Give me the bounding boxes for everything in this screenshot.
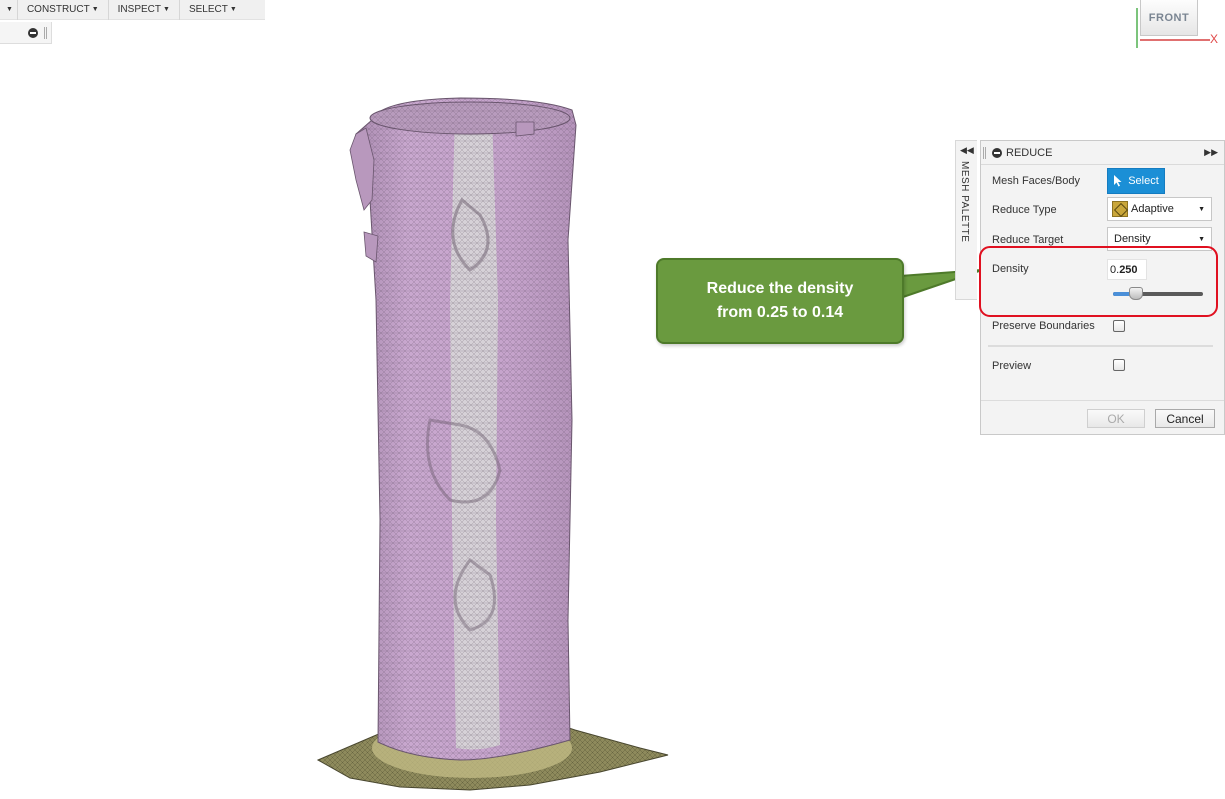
reduce-type-label: Reduce Type (992, 204, 1057, 216)
dialog-header[interactable]: REDUCE ▶▶ (981, 141, 1224, 165)
ok-button[interactable]: OK (1087, 409, 1145, 428)
preserve-boundaries-checkbox[interactable] (1113, 320, 1125, 332)
select-button[interactable]: Select (1107, 168, 1165, 194)
cancel-button[interactable]: Cancel (1155, 409, 1215, 428)
mesh-faces-label: Mesh Faces/Body (992, 175, 1081, 187)
divider (988, 345, 1213, 347)
instruction-callout: Reduce the density from 0.25 to 0.14 (656, 258, 904, 344)
cursor-arrow-icon (1114, 175, 1122, 187)
preview-checkbox[interactable] (1113, 359, 1125, 371)
mesh-palette-tab[interactable]: ◀◀ MESH PALETTE (955, 140, 977, 300)
preview-label: Preview (992, 360, 1032, 372)
dialog-title: REDUCE (1006, 146, 1053, 159)
reduce-type-value: Adaptive (1131, 203, 1174, 215)
caret-down-icon: ▼ (1198, 236, 1205, 243)
preserve-boundaries-label: Preserve Boundaries (992, 320, 1095, 332)
mesh-palette-label: MESH PALETTE (959, 161, 970, 243)
reduce-target-value: Density (1114, 233, 1151, 245)
caret-down-icon: ▼ (1198, 206, 1205, 213)
callout-line-2: from 0.25 to 0.14 (716, 304, 844, 321)
density-highlight-frame (979, 246, 1218, 317)
reduce-target-label: Reduce Target (992, 234, 1064, 246)
mesh-body (349, 97, 577, 761)
double-chevron-right-icon[interactable]: ▶▶ (1204, 147, 1218, 158)
select-button-label: Select (1128, 175, 1159, 187)
grip-icon[interactable] (983, 146, 986, 159)
callout-line-1: Reduce the density (706, 280, 854, 297)
reduce-type-dropdown[interactable]: Adaptive ▼ (1107, 197, 1212, 221)
collapse-icon[interactable] (992, 147, 1002, 158)
footer-divider (981, 400, 1224, 401)
adaptive-icon (1112, 201, 1128, 217)
double-chevron-left-icon[interactable]: ◀◀ (960, 145, 974, 156)
